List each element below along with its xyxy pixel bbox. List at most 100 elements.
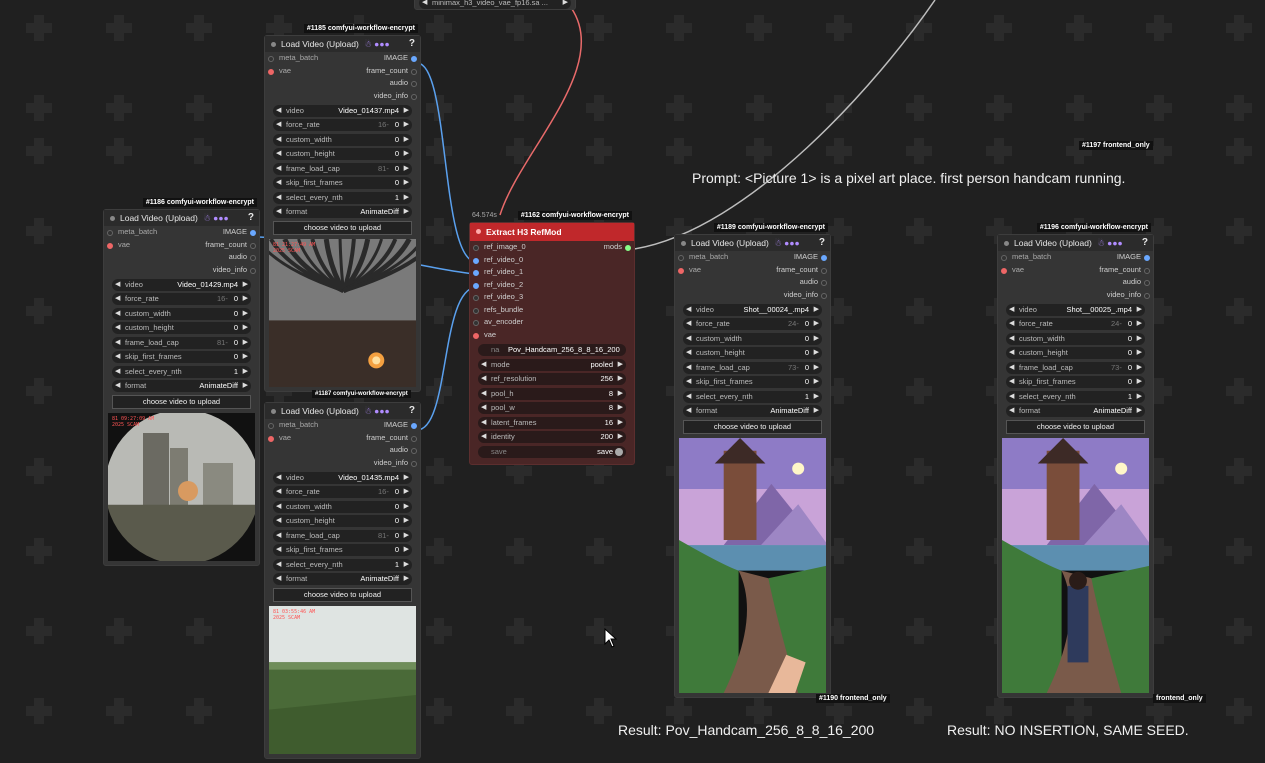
- decrement-arrow-icon[interactable]: ◀: [686, 347, 691, 359]
- input-slot-icon[interactable]: [678, 267, 684, 274]
- input-slot-icon[interactable]: [678, 255, 684, 261]
- increment-arrow-icon[interactable]: ▶: [243, 366, 248, 378]
- extract-refmod-node[interactable]: 64.574s #1162 comfyui-workflow-encrypt E…: [469, 211, 635, 465]
- decrement-arrow-icon[interactable]: ◀: [276, 472, 281, 484]
- refmod-widget[interactable]: na Pov_Handcam_256_8_8_16_200: [478, 344, 626, 356]
- upload-video-button[interactable]: choose video to upload: [273, 588, 412, 602]
- decrement-arrow-icon[interactable]: ◀: [115, 279, 120, 291]
- increment-arrow-icon[interactable]: ▶: [814, 376, 819, 388]
- output-slot-icon[interactable]: [1144, 267, 1150, 274]
- load-video-node[interactable]: #1185 comfyui-workflow-encrypt Load Vide…: [264, 24, 421, 392]
- decrement-arrow-icon[interactable]: ◀: [481, 388, 486, 400]
- custom-height-widget[interactable]: ◀ custom_height 0 ▶: [273, 515, 412, 527]
- custom-width-widget[interactable]: ◀ custom_width 0 ▶: [273, 500, 412, 513]
- refmod-widget[interactable]: ◀ mode pooled ▶: [478, 358, 626, 371]
- output-slot-icon[interactable]: [411, 68, 417, 75]
- input-slot-icon[interactable]: [268, 423, 274, 429]
- output-slot-icon[interactable]: [411, 448, 417, 454]
- video-widget[interactable]: ◀ video Video_01437.mp4 ▶: [273, 104, 412, 117]
- custom-height-widget[interactable]: ◀ custom_height 0 ▶: [273, 148, 412, 160]
- select-every-nth-widget[interactable]: ◀ select_every_nth 1 ▶: [1006, 390, 1145, 403]
- video-widget[interactable]: ◀ video Video_01435.mp4 ▶: [273, 471, 412, 484]
- decrement-arrow-icon[interactable]: ◀: [115, 337, 120, 349]
- vae-select-widget[interactable]: ◀ minimax_h3_video_vae_fp16.sa ... ▶: [419, 0, 571, 9]
- video-widget[interactable]: ◀ video Video_01429.mp4 ▶: [112, 278, 251, 291]
- skip-first-frames-widget[interactable]: ◀ skip_first_frames 0 ▶: [1006, 376, 1145, 388]
- increment-arrow-icon[interactable]: ▶: [404, 486, 409, 498]
- decrement-arrow-icon[interactable]: ◀: [115, 351, 120, 363]
- custom-height-widget[interactable]: ◀ custom_height 0 ▶: [683, 347, 822, 359]
- decrement-arrow-icon[interactable]: ◀: [686, 376, 691, 388]
- decrement-arrow-icon[interactable]: ◀: [115, 380, 120, 392]
- decrement-arrow-icon[interactable]: ◀: [481, 431, 486, 443]
- decrement-arrow-icon[interactable]: ◀: [276, 573, 281, 585]
- node-header[interactable]: Load Video (Upload) ☃ ●●● ?: [265, 36, 420, 52]
- decrement-arrow-icon[interactable]: ◀: [686, 318, 691, 330]
- help-icon[interactable]: ?: [1142, 235, 1148, 251]
- refmod-widget[interactable]: ◀ identity 200 ▶: [478, 431, 626, 443]
- input-slot-icon[interactable]: [473, 282, 479, 289]
- decrement-arrow-icon[interactable]: ◀: [276, 544, 281, 556]
- increment-arrow-icon[interactable]: ▶: [404, 119, 409, 131]
- decrement-arrow-icon[interactable]: ◀: [276, 163, 281, 175]
- input-slot-icon[interactable]: [473, 295, 479, 301]
- input-slot-icon[interactable]: [473, 320, 479, 326]
- load-video-node[interactable]: #1186 comfyui-workflow-encrypt Load Vide…: [103, 198, 260, 566]
- frame-load-cap-widget[interactable]: ◀ frame_load_cap 73- 0 ▶: [683, 361, 822, 374]
- decrement-arrow-icon[interactable]: ◀: [1009, 318, 1014, 330]
- output-slot-icon[interactable]: [821, 280, 827, 286]
- custom-width-widget[interactable]: ◀ custom_width 0 ▶: [273, 133, 412, 146]
- increment-arrow-icon[interactable]: ▶: [404, 544, 409, 556]
- increment-arrow-icon[interactable]: ▶: [404, 105, 409, 117]
- refmod-header[interactable]: Extract H3 RefMod: [470, 223, 634, 241]
- increment-arrow-icon[interactable]: ▶: [404, 530, 409, 542]
- increment-arrow-icon[interactable]: ▶: [618, 402, 623, 414]
- vae-loader-node[interactable]: ◀ minimax_h3_video_vae_fp16.sa ... ▶: [414, 0, 576, 10]
- node-header[interactable]: Load Video (Upload) ☃ ●●● ?: [998, 235, 1153, 251]
- output-slot-icon[interactable]: [250, 230, 256, 236]
- force-rate-widget[interactable]: ◀ force_rate 16- 0 ▶: [273, 486, 412, 498]
- input-slot-icon[interactable]: [473, 270, 479, 276]
- increment-arrow-icon[interactable]: ▶: [404, 148, 409, 160]
- increment-arrow-icon[interactable]: ▶: [243, 279, 248, 291]
- increment-arrow-icon[interactable]: ▶: [814, 304, 819, 316]
- increment-arrow-icon[interactable]: ▶: [404, 192, 409, 204]
- decrement-arrow-icon[interactable]: ◀: [276, 530, 281, 542]
- decrement-arrow-icon[interactable]: ◀: [115, 366, 120, 378]
- node-header[interactable]: Load Video (Upload) ☃ ●●● ?: [675, 235, 830, 251]
- help-icon[interactable]: ?: [248, 210, 254, 226]
- decrement-arrow-icon[interactable]: ◀: [686, 391, 691, 403]
- collapse-dot-icon[interactable]: [271, 42, 276, 47]
- increment-arrow-icon[interactable]: ▶: [814, 405, 819, 417]
- decrement-arrow-icon[interactable]: ◀: [1009, 304, 1014, 316]
- input-slot-icon[interactable]: [473, 245, 479, 251]
- output-slot-icon[interactable]: [411, 56, 417, 62]
- video-widget[interactable]: ◀ video Shot__00024_.mp4 ▶: [683, 303, 822, 316]
- upload-video-button[interactable]: choose video to upload: [273, 221, 412, 235]
- format-widget[interactable]: ◀ format AnimateDiff ▶: [1006, 405, 1145, 417]
- increment-arrow-icon[interactable]: ▶: [618, 359, 623, 371]
- decrement-arrow-icon[interactable]: ◀: [481, 359, 486, 371]
- increment-arrow-icon[interactable]: ▶: [404, 573, 409, 585]
- decrement-arrow-icon[interactable]: ◀: [276, 148, 281, 160]
- refmod-widget[interactable]: ◀ pool_w 8 ▶: [478, 402, 626, 414]
- increment-arrow-icon[interactable]: ▶: [1137, 347, 1142, 359]
- refmod-widget[interactable]: ◀ pool_h 8 ▶: [478, 387, 626, 400]
- decrement-arrow-icon[interactable]: ◀: [115, 322, 120, 334]
- decrement-arrow-icon[interactable]: ◀: [1009, 333, 1014, 345]
- force-rate-widget[interactable]: ◀ force_rate 24- 0 ▶: [683, 318, 822, 330]
- output-slot-icon[interactable]: [821, 267, 827, 274]
- decrement-arrow-icon[interactable]: ◀: [276, 206, 281, 218]
- load-video-node[interactable]: #1189 comfyui-workflow-encrypt Load Vide…: [674, 223, 831, 698]
- upload-video-button[interactable]: choose video to upload: [112, 395, 251, 409]
- increment-arrow-icon[interactable]: ▶: [243, 322, 248, 334]
- increment-arrow-icon[interactable]: ▶: [404, 134, 409, 146]
- custom-height-widget[interactable]: ◀ custom_height 0 ▶: [1006, 347, 1145, 359]
- decrement-arrow-icon[interactable]: ◀: [1009, 347, 1014, 359]
- decrement-arrow-icon[interactable]: ◀: [686, 333, 691, 345]
- decrement-arrow-icon[interactable]: ◀: [686, 362, 691, 374]
- output-slot-icon[interactable]: [411, 423, 417, 429]
- custom-height-widget[interactable]: ◀ custom_height 0 ▶: [112, 322, 251, 334]
- decrement-arrow-icon[interactable]: ◀: [276, 501, 281, 513]
- output-slot-icon[interactable]: [250, 242, 256, 249]
